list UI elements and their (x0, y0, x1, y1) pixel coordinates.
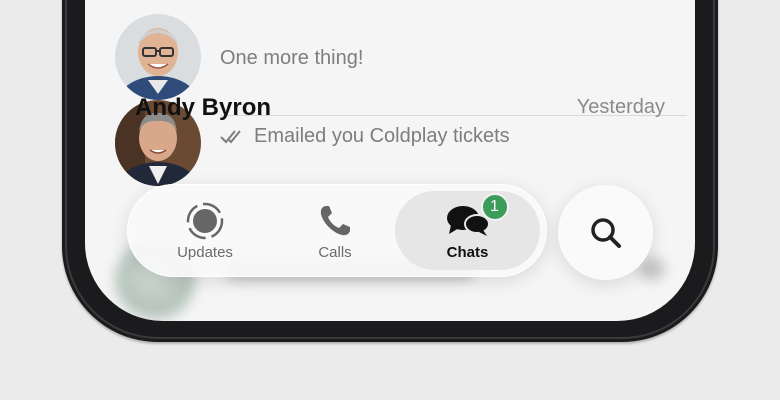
tab-chats[interactable]: 1 Chats (395, 191, 540, 270)
tab-calls[interactable]: Calls (275, 184, 395, 277)
double-check-icon (220, 129, 246, 145)
tab-updates[interactable]: Updates (145, 184, 265, 277)
updates-icon (185, 201, 225, 241)
phone-icon (317, 201, 353, 241)
search-button[interactable] (558, 185, 653, 280)
tab-bar: Updates Calls 1 Chats (127, 184, 547, 277)
chat-timestamp: Yesterday (576, 96, 665, 118)
tab-label: Calls (318, 243, 352, 261)
chat-row[interactable]: One more thing! (85, 0, 695, 116)
chat-bubbles-icon: 1 (445, 192, 509, 241)
chat-preview-row: Emailed you Coldplay tickets (220, 125, 510, 148)
avatar (115, 14, 201, 100)
tab-label: Chats (446, 243, 489, 261)
chat-preview: One more thing! (220, 47, 364, 69)
search-icon (588, 215, 624, 251)
chat-preview: Emailed you Coldplay tickets (254, 125, 510, 147)
unread-badge: 1 (480, 192, 509, 221)
chat-name: Andy Byron (135, 94, 272, 121)
tab-label: Updates (177, 243, 233, 261)
